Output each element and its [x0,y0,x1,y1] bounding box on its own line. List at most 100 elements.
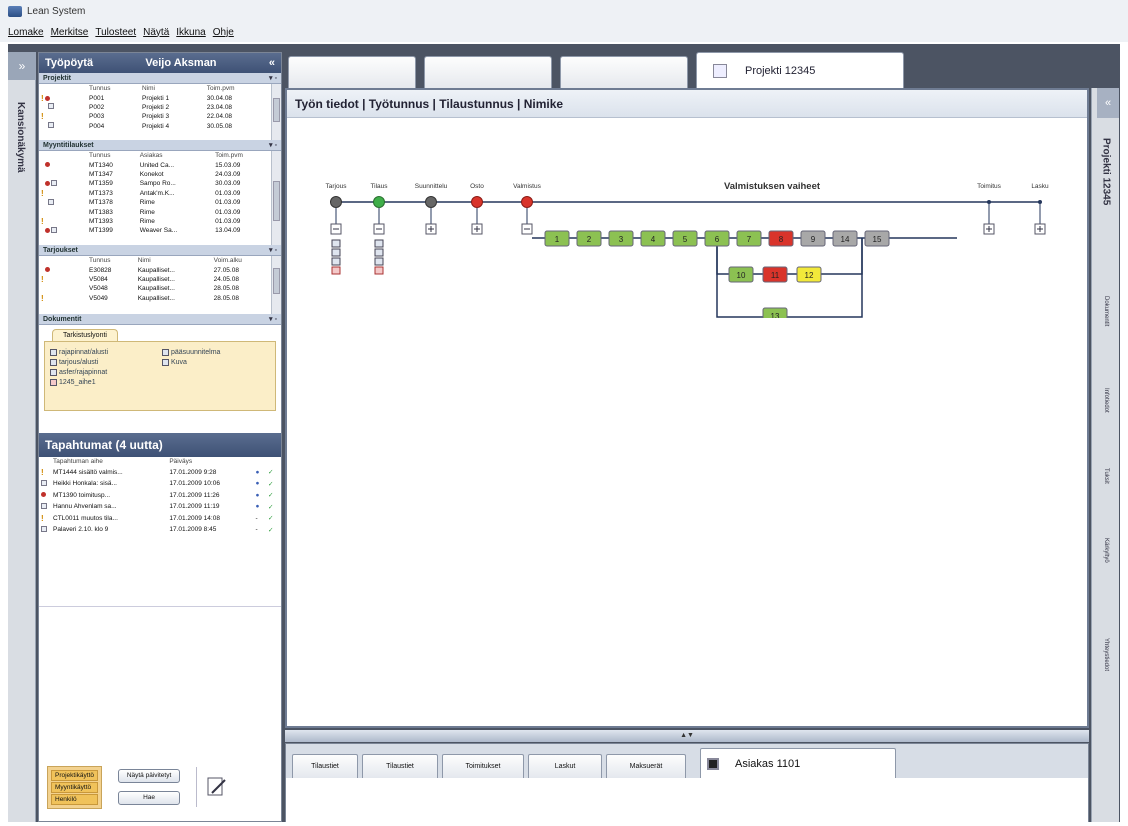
stage-ball-green-icon[interactable] [373,196,385,208]
documents-tab[interactable]: Tarkistuslyonti [52,329,118,341]
menu-nayta[interactable]: Näytä [143,27,169,38]
section-menu-icon[interactable]: ▾ ▫ [269,74,277,82]
scroll-thumb[interactable] [273,268,280,294]
pdf-icon[interactable] [331,266,341,275]
scroll-thumb[interactable] [273,98,280,122]
document-icon[interactable] [331,257,341,266]
stage-ball-gray-icon[interactable] [425,196,437,208]
document-item[interactable]: 1245_aihe1 [50,377,158,387]
document-item[interactable]: tarjous/alusti [50,357,158,367]
check-icon[interactable]: ✓ [266,489,281,501]
menu-merkitse[interactable]: Merkitse [51,27,89,38]
side-tab-tasks[interactable]: Tuksit [1092,468,1120,484]
check-icon[interactable]: ✓ [266,466,281,478]
section-menu-icon[interactable]: ▾ ▫ [269,141,277,149]
table-row[interactable]: ! P001 Projekti 1 30.04.08 [39,93,271,103]
column-header[interactable]: Tunnus [87,84,140,93]
collapse-right-icon[interactable]: « [1097,88,1119,118]
empty-tab[interactable] [560,56,688,88]
event-row[interactable]: ! CTL0011 muutos tila... 17.01.2009 14:08 -… [39,512,281,524]
column-header[interactable]: Toim.pvm [205,84,271,93]
check-icon[interactable]: ✓ [266,478,281,490]
mode-sales[interactable]: Myyntikäyttö [51,781,99,793]
empty-tab[interactable] [424,56,552,88]
scroll-thumb[interactable] [273,181,280,221]
table-row[interactable]: ! MT1393 Rime 01.03.09 [39,217,271,226]
mode-project[interactable]: Projektikäyttö [51,769,99,781]
table-row[interactable]: P004 Projekti 4 30.05.08 [39,122,271,131]
document-icon[interactable] [374,257,384,266]
tab-invoices[interactable]: Laskut [528,754,602,778]
side-tab-documents[interactable]: Dokumentit [1092,296,1120,326]
document-icon[interactable] [374,239,384,248]
table-row[interactable]: MT1347 Konekot 24.03.09 [39,170,271,179]
check-icon[interactable]: ✓ [266,512,281,524]
tab-deliveries[interactable]: Toimitukset [442,754,524,778]
table-row[interactable]: MT1399 Weaver Sa... 13.04.09 [39,226,271,235]
table-row[interactable]: MT1359 Sampo Ro... 30.03.09 [39,179,271,188]
document-icon[interactable] [331,248,341,257]
stage-ball-gray-icon[interactable] [330,196,342,208]
search-button[interactable]: Hae [118,791,181,805]
new-note-button[interactable] [196,767,236,807]
show-updated-button[interactable]: Näytä päivitetyt [118,769,181,783]
event-row[interactable]: Palaveri 2.10. klo 9 17.01.2009 8:45 - ✓ [39,524,281,536]
document-item[interactable]: Kuva [162,357,270,367]
stage-ball-red-icon[interactable] [471,196,483,208]
projects-scrollbar[interactable] [271,84,281,140]
folder-view-label[interactable]: Kansionäkymä [15,102,26,173]
check-icon[interactable]: ✓ [266,501,281,513]
mode-person[interactable]: Henkilö [51,793,99,805]
table-row[interactable]: ! MT1373 Antak'm.K... 01.03.09 [39,189,271,198]
document-item[interactable]: rajapinnat/alusti [50,347,158,357]
section-menu-icon[interactable]: ▾ ▫ [269,315,277,323]
sales-orders-scrollbar[interactable] [271,151,281,245]
section-menu-icon[interactable]: ▾ ▫ [269,246,277,254]
tab-order-info[interactable]: Tilaustiet [362,754,438,778]
document-item[interactable]: asfer/rajapinnat [50,367,158,377]
table-row[interactable]: MT1378 Rime 01.03.09 [39,198,271,207]
tab-orders[interactable]: Tilaustiet [292,754,358,778]
menu-ohje[interactable]: Ohje [213,27,234,38]
menu-tulosteet[interactable]: Tulosteet [95,27,136,38]
pdf-icon[interactable] [374,266,384,275]
documents-section-header[interactable]: Dokumentit ▾ ▫ [39,314,281,325]
stage-ball-red-icon[interactable] [521,196,533,208]
column-header[interactable]: Tapahtuman aihe [51,457,167,466]
event-row[interactable]: Heikki Honkala: sisä... 17.01.2009 10:06 ●… [39,478,281,490]
offers-scrollbar[interactable] [271,256,281,314]
table-row[interactable]: V5048 Kaupalliset... 28.05.08 [39,284,271,293]
side-tab-work[interactable]: Kärkyltyö [1092,538,1120,563]
side-tab-contacts[interactable]: Yhteystiedot [1092,638,1120,671]
document-item[interactable]: pääsuunnitelma [162,347,270,357]
column-header[interactable]: Toim.pvm [213,151,271,160]
menu-lomake[interactable]: Lomake [8,27,44,38]
event-row[interactable]: ! MT1444 sisältö valmis... 17.01.2009 9:28… [39,466,281,478]
table-row[interactable]: MT1340 United Ca... 15.03.09 [39,160,271,169]
column-header[interactable]: Tunnus [87,256,136,265]
expand-arrow-icon[interactable]: » [8,52,36,80]
table-row[interactable]: ! V5049 Kaupalliset... 28.05.08 [39,294,271,303]
column-header[interactable]: Nimi [140,84,205,93]
document-icon[interactable] [331,239,341,248]
collapse-icon[interactable]: « [269,57,275,69]
document-icon[interactable] [374,248,384,257]
sales-orders-section-header[interactable]: Myyntitilaukset ▾ ▫ [39,140,281,151]
side-tab-project[interactable]: Projekti 12345 [1092,138,1120,205]
projects-section-header[interactable]: Projektit ▾ ▫ [39,73,281,84]
menu-ikkuna[interactable]: Ikkuna [176,27,205,38]
table-row[interactable]: ! P003 Projekti 3 22.04.08 [39,112,271,121]
tab-project-12345[interactable]: Projekti 12345 [696,52,904,89]
table-row[interactable]: P002 Projekti 2 23.04.08 [39,103,271,112]
table-row[interactable]: E30828 Kaupalliset... 27.05.08 [39,265,271,274]
panel-splitter[interactable]: ▲▼ [285,730,1089,742]
empty-tab[interactable] [288,56,416,88]
column-header[interactable]: Nimi [136,256,212,265]
event-row[interactable]: Hannu Ahvenlam sa... 17.01.2009 11:19 ● ✓ [39,501,281,513]
offers-section-header[interactable]: Tarjoukset ▾ ▫ [39,245,281,256]
tab-customer-1101[interactable]: Asiakas 1101 [700,748,896,778]
column-header[interactable]: Tunnus [87,151,138,160]
table-row[interactable]: MT1383 Rime 01.03.09 [39,207,271,216]
column-header[interactable]: Voim.alku [212,256,271,265]
tab-payments[interactable]: Maksuerät [606,754,686,778]
